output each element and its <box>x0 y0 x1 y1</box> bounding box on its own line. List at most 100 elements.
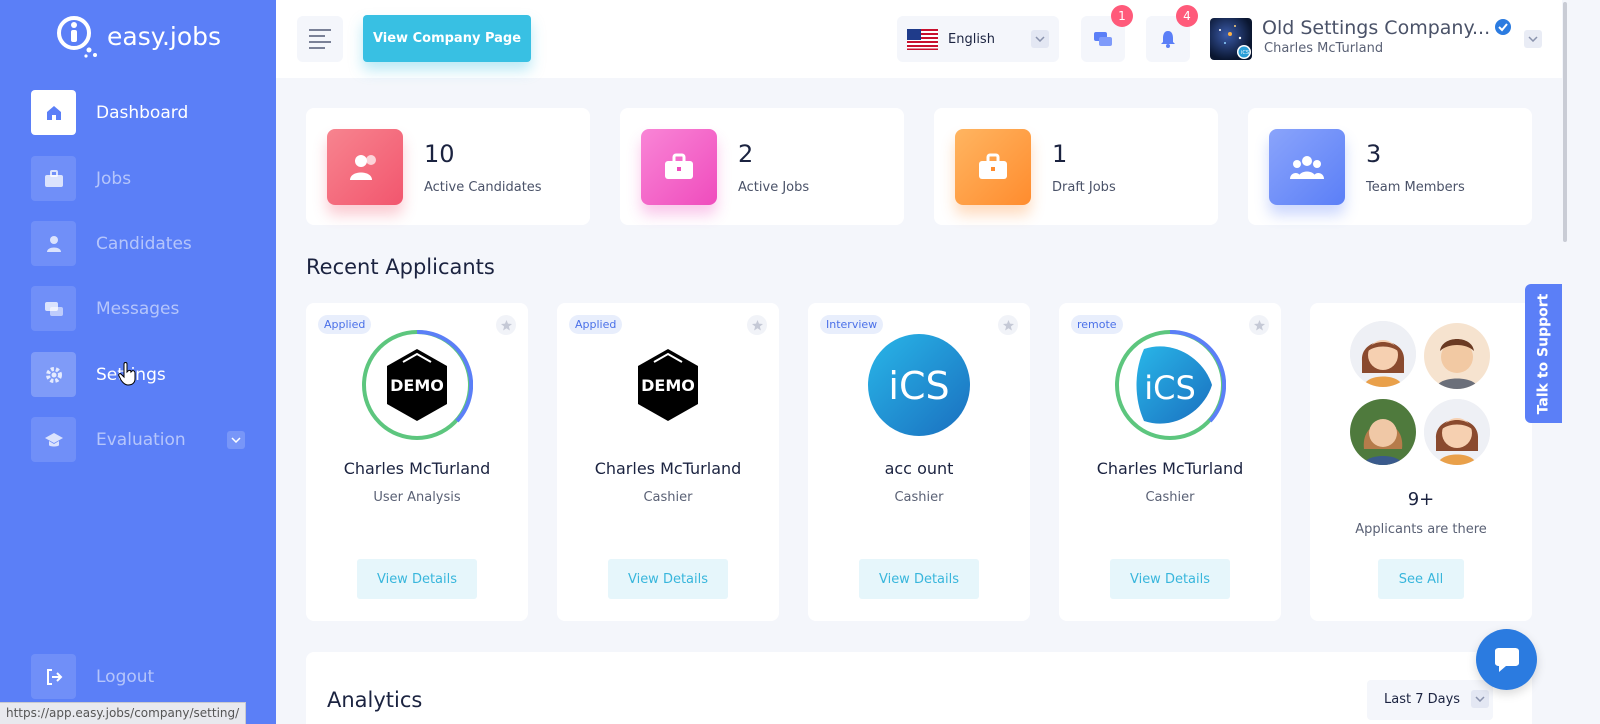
easyjobs-logo-icon <box>55 14 99 58</box>
stat-card-active-candidates[interactable]: 10 Active Candidates <box>306 108 590 225</box>
briefcase-icon <box>31 156 76 201</box>
sidebar: easy.jobs Dashboard Jobs Candidates Mess… <box>0 0 276 724</box>
sidebar-item-logout[interactable]: Logout <box>31 654 245 699</box>
sidebar-item-label: Evaluation <box>96 429 186 450</box>
status-bar-url: https://app.easy.jobs/company/setting/ <box>0 702 247 724</box>
brand-name: easy.jobs <box>107 21 222 51</box>
avatar <box>1350 399 1416 465</box>
view-details-button[interactable]: View Details <box>608 559 728 599</box>
applicant-name: Charles McTurland <box>343 459 491 478</box>
applicant-card[interactable]: Applied DEMO Charles McTurland Cashier V… <box>557 303 779 621</box>
company-name-text: Old Settings Company... <box>1262 17 1491 39</box>
stat-card-active-jobs[interactable]: 2 Active Jobs <box>620 108 904 225</box>
language-label: English <box>948 31 995 47</box>
home-icon <box>31 90 76 135</box>
messages-badge: 1 <box>1111 5 1133 27</box>
applicant-role: User Analysis <box>373 490 461 505</box>
bell-icon <box>1161 31 1175 48</box>
chevron-down-icon[interactable] <box>1524 30 1542 48</box>
chevron-down-icon <box>1031 30 1049 48</box>
applicant-role: Cashier <box>643 490 693 505</box>
notifications-badge: 4 <box>1176 5 1198 27</box>
chat-icon <box>1094 32 1112 46</box>
applicant-card[interactable]: Applied DEMO Charles McTurland User Anal… <box>306 303 528 621</box>
applicant-avatar: iCS <box>868 334 970 436</box>
stat-label: Team Members <box>1366 180 1465 195</box>
chat-bubble-icon <box>1494 647 1519 672</box>
stat-value: 1 <box>1052 140 1068 168</box>
view-details-button[interactable]: View Details <box>1110 559 1230 599</box>
stat-value: 10 <box>424 140 455 168</box>
sidebar-item-jobs[interactable]: Jobs <box>31 156 245 201</box>
scrollbar-thumb[interactable] <box>1563 2 1567 242</box>
company-name[interactable]: Old Settings Company... <box>1262 17 1512 39</box>
view-details-button[interactable]: View Details <box>859 559 979 599</box>
applicant-role: Cashier <box>894 490 944 505</box>
sidebar-item-candidates[interactable]: Candidates <box>31 221 245 266</box>
sidebar-item-label: Messages <box>96 298 180 319</box>
sidebar-item-label: Dashboard <box>96 102 189 123</box>
scrollbar-track[interactable] <box>1562 0 1600 724</box>
sidebar-item-dashboard[interactable]: Dashboard <box>31 90 245 135</box>
live-chat-button[interactable] <box>1476 629 1537 690</box>
stat-label: Active Candidates <box>424 180 542 195</box>
top-bar: View Company Page English 1 4 iCS Old Se… <box>276 0 1562 78</box>
briefcase-icon <box>641 129 717 205</box>
svg-text:DEMO: DEMO <box>641 376 695 395</box>
user-name: Charles McTurland <box>1264 41 1384 56</box>
star-icon[interactable] <box>747 315 767 335</box>
analytics-title: Analytics <box>327 688 423 712</box>
see-all-button[interactable]: See All <box>1378 559 1464 599</box>
star-icon[interactable] <box>1249 315 1269 335</box>
us-flag-icon <box>907 28 938 50</box>
graduation-cap-icon <box>31 417 76 462</box>
applicant-name: acc ount <box>884 459 954 478</box>
applicant-role: Cashier <box>1145 490 1195 505</box>
sidebar-item-evaluation[interactable]: Evaluation <box>31 417 245 462</box>
talk-to-support-label: Talk to Support <box>1535 293 1552 414</box>
briefcase-icon <box>955 129 1031 205</box>
analytics-panel <box>306 652 1532 724</box>
applicant-name: Charles McTurland <box>1096 459 1244 478</box>
sidebar-item-settings[interactable]: Settings <box>31 352 245 397</box>
more-applicants-card: 9+ Applicants are there See All <box>1310 303 1532 621</box>
star-icon[interactable] <box>496 315 516 335</box>
hamburger-menu-button[interactable] <box>297 16 343 62</box>
svg-text:DEMO: DEMO <box>390 376 444 395</box>
view-details-button[interactable]: View Details <box>357 559 477 599</box>
sidebar-item-messages[interactable]: Messages <box>31 286 245 331</box>
stat-card-team-members[interactable]: 3 Team Members <box>1248 108 1532 225</box>
stat-card-draft-jobs[interactable]: 1 Draft Jobs <box>934 108 1218 225</box>
messages-button[interactable]: 1 <box>1081 5 1133 62</box>
verified-badge-icon <box>1494 18 1512 36</box>
hand-cursor-icon <box>118 362 138 390</box>
date-range-select[interactable]: Last 7 Days <box>1367 680 1493 720</box>
notifications-button[interactable]: 4 <box>1146 5 1198 62</box>
sidebar-item-label: Jobs <box>96 168 132 189</box>
stat-value: 3 <box>1366 140 1382 168</box>
svg-text:iCS: iCS <box>1241 50 1249 56</box>
applicant-avatar: iCS <box>1115 329 1226 440</box>
company-avatar[interactable]: iCS <box>1210 18 1252 60</box>
svg-text:iCS: iCS <box>1144 369 1196 407</box>
recent-applicants-title: Recent Applicants <box>306 255 495 279</box>
language-select[interactable]: English <box>897 16 1059 62</box>
brand-logo[interactable]: easy.jobs <box>55 14 221 58</box>
stat-label: Active Jobs <box>738 180 810 195</box>
date-range-label: Last 7 Days <box>1384 692 1461 707</box>
avatar <box>1424 399 1490 465</box>
logout-icon <box>31 654 76 699</box>
applicant-card[interactable]: Interview iCS acc ount Cashier View Deta… <box>808 303 1030 621</box>
more-applicants-count: 9+ <box>1407 489 1435 510</box>
team-icon <box>1269 129 1345 205</box>
stat-value: 2 <box>738 140 754 168</box>
gear-icon <box>31 352 76 397</box>
sidebar-item-label: Candidates <box>96 233 192 254</box>
stat-label: Draft Jobs <box>1052 180 1116 195</box>
view-company-page-button[interactable]: View Company Page <box>363 15 531 62</box>
talk-to-support-tab[interactable]: Talk to Support <box>1525 284 1562 423</box>
star-icon[interactable] <box>998 315 1018 335</box>
applicant-card[interactable]: remote iCS Charles McTurland Cashier Vie… <box>1059 303 1281 621</box>
more-applicants-text: Applicants are there <box>1355 522 1487 537</box>
chevron-down-icon[interactable] <box>227 430 245 449</box>
